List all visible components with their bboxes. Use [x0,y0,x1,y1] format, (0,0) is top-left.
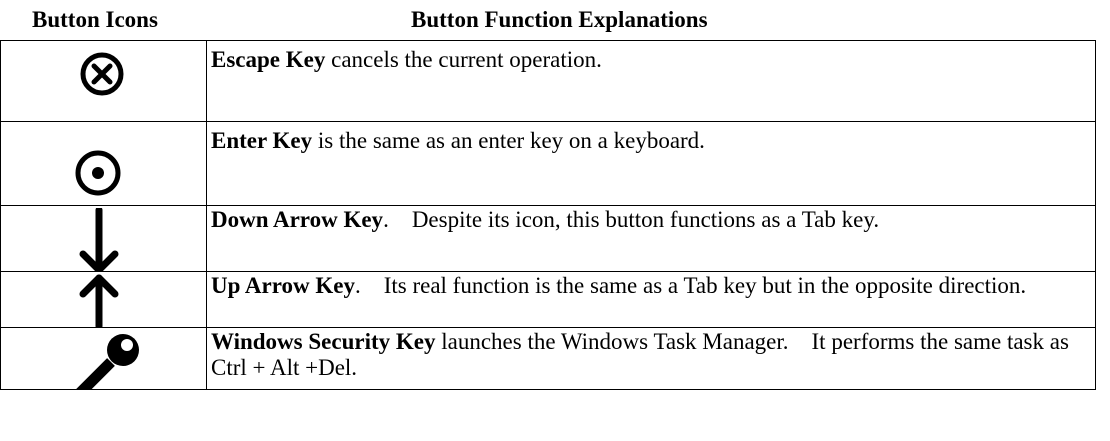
icons-column-heading: Button Icons [32,7,158,32]
table-row: Enter Key is the same as an enter key on… [0,121,1096,206]
key-description: . Despite its icon, this button function… [383,207,880,232]
key-name: Windows Security Key [211,329,436,354]
description-cell: Enter Key is the same as an enter key on… [206,121,1096,206]
description-cell: Down Arrow Key. Despite its icon, this b… [206,205,1096,272]
table-row: Down Arrow Key. Despite its icon, this b… [0,205,1096,272]
key-description: . Its real function is the same as a Tab… [354,273,1027,298]
up-arrow-icon [79,274,119,327]
enter-dot-circle-icon [75,150,121,196]
icon-cell [0,205,207,272]
key-name: Up Arrow Key [211,273,355,298]
table-row: Windows Security Key launches the Window… [0,327,1096,390]
key-description: is the same as an enter key on a keyboar… [312,128,705,153]
key-name: Down Arrow Key [211,207,384,232]
icon-cell [0,271,207,328]
escape-x-circle-icon [80,52,124,96]
button-function-table: Escape Key cancels the current operation… [0,40,1096,390]
functions-column-heading: Button Function Explanations [411,7,708,32]
table-row: Up Arrow Key. Its real function is the s… [0,271,1096,328]
description-cell: Escape Key cancels the current operation… [206,40,1096,122]
key-description: cancels the current operation. [325,47,602,72]
icon-cell [0,40,207,122]
key-name: Enter Key [211,128,313,153]
down-arrow-icon [79,208,119,271]
icon-cell [0,121,207,206]
description-cell: Windows Security Key launches the Window… [206,327,1096,390]
description-cell: Up Arrow Key. Its real function is the s… [206,271,1096,328]
icon-cell [0,327,207,390]
key-name: Escape Key [211,47,326,72]
table-header: Button Icons Button Function Explanation… [0,7,1110,37]
key-icon [76,334,139,389]
table-row: Escape Key cancels the current operation… [0,40,1096,122]
